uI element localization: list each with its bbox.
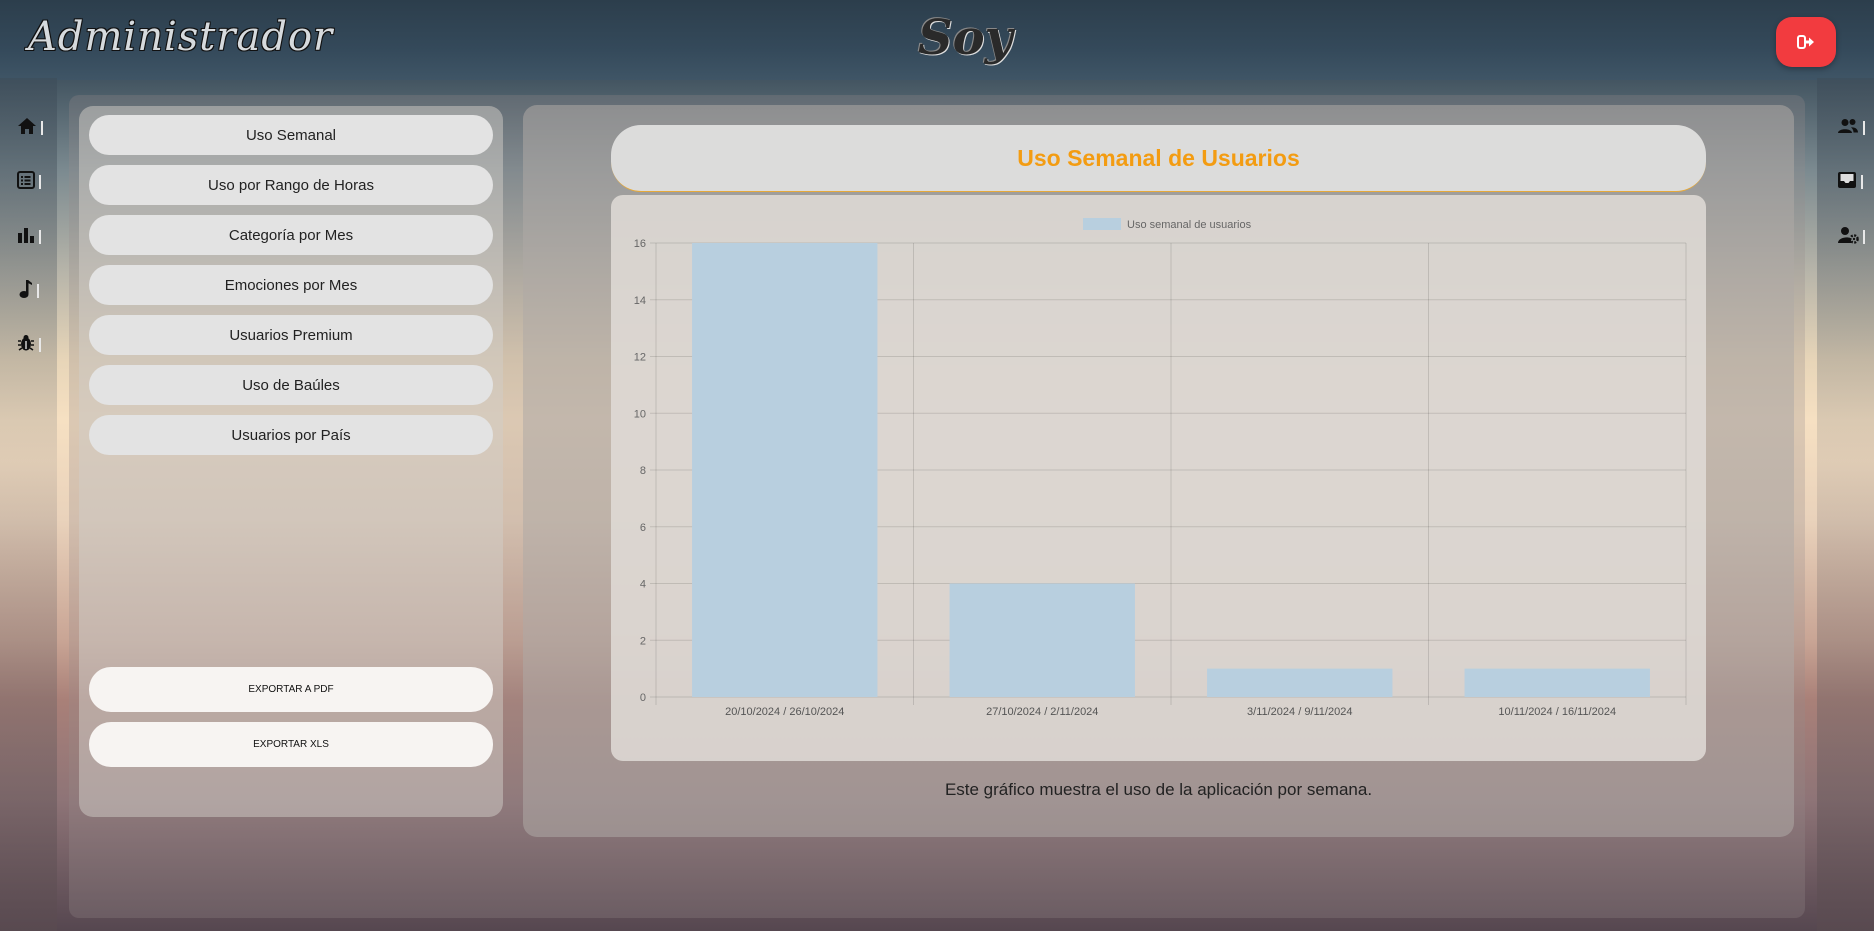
rail-item-user-settings[interactable] [1837,220,1869,250]
rail-item-users[interactable] [1837,111,1869,141]
chart-container: 0 2 4 6 8 10 12 14 16 20/10/2024 / 26/10/2024 27/1… [611,195,1706,761]
bar [1207,668,1393,697]
inbox-icon [1838,172,1856,188]
rail-item-music[interactable] [17,274,49,304]
x-tick-label: 20/10/2024 / 26/10/2024 [725,706,844,718]
bug-icon [18,335,34,351]
menu-categoria-mes-button[interactable]: Categoría por Mes [89,215,493,255]
y-tick-label: 6 [640,522,646,534]
menu-emociones-mes-button[interactable]: Emociones por Mes [89,265,493,305]
y-tick-label: 8 [640,465,646,477]
y-tick-label: 14 [634,295,646,307]
user-settings-icon [1838,227,1859,244]
legend-label: Uso semanal de usuarios [1127,219,1252,231]
left-nav-rail [0,78,57,931]
menu-uso-semanal-button[interactable]: Uso Semanal [89,115,493,155]
home-icon [18,118,36,134]
export-xls-button[interactable]: EXPORTAR XLS [89,722,493,767]
x-tick-label: 10/11/2024 / 16/11/2024 [1498,706,1616,718]
rail-separator [39,338,41,352]
right-nav-rail [1817,78,1874,931]
y-tick-label: 0 [640,692,646,704]
rail-item-list[interactable] [17,165,49,195]
rail-separator [39,175,41,189]
list-icon [17,171,35,189]
y-tick-label: 4 [640,579,646,591]
admin-brand-title: Administrador [28,14,334,60]
x-tick-label: 3/11/2024 / 9/11/2024 [1247,706,1352,718]
rail-separator [41,121,43,135]
music-icon [19,280,32,298]
chart-title-box: Uso Semanal de Usuarios [611,125,1706,192]
menu-usuarios-pais-button[interactable]: Usuarios por País [89,415,493,455]
rail-item-bugs[interactable] [17,328,49,358]
rail-item-inbox[interactable] [1837,165,1869,195]
y-tick-label: 16 [634,238,646,250]
rail-item-charts[interactable] [17,220,49,250]
menu-uso-baules-button[interactable]: Uso de Baúles [89,365,493,405]
rail-separator [37,284,39,298]
y-tick-label: 2 [640,635,646,647]
legend-swatch [1083,218,1121,230]
rail-separator [1861,175,1863,189]
rail-separator [39,230,41,244]
y-tick-label: 10 [634,408,646,420]
report-menu-panel: Uso Semanal Uso por Rango de Horas Categ… [79,106,503,817]
menu-uso-rango-horas-button[interactable]: Uso por Rango de Horas [89,165,493,205]
app-logo: Soy [918,10,1013,66]
bar-chart: 0 2 4 6 8 10 12 14 16 20/10/2024 / 26/10/2024 27/1… [634,218,1687,718]
bar [692,243,878,697]
y-tick-label: 12 [634,352,646,364]
chart-title: Uso Semanal de Usuarios [1017,144,1300,171]
bar [1464,668,1650,697]
rail-separator [1863,230,1865,244]
bar-chart-icon [18,228,34,243]
bar [949,583,1135,697]
users-icon [1838,119,1858,133]
chart-caption: Este gráfico muestra el uso de la aplica… [944,780,1373,799]
x-tick-label: 27/10/2024 / 2/11/2024 [986,706,1098,718]
top-bar: Administrador Soy [0,0,1874,80]
rail-item-home[interactable] [17,111,49,141]
logout-button[interactable] [1776,17,1836,67]
rail-separator [1863,121,1865,135]
chart-panel: Uso Semanal de Usuarios 0 2 4 6 8 10 12 14 16 20/… [523,105,1794,837]
sign-out-icon [1797,35,1814,49]
export-pdf-button[interactable]: EXPORTAR A PDF [89,667,493,712]
menu-usuarios-premium-button[interactable]: Usuarios Premium [89,315,493,355]
